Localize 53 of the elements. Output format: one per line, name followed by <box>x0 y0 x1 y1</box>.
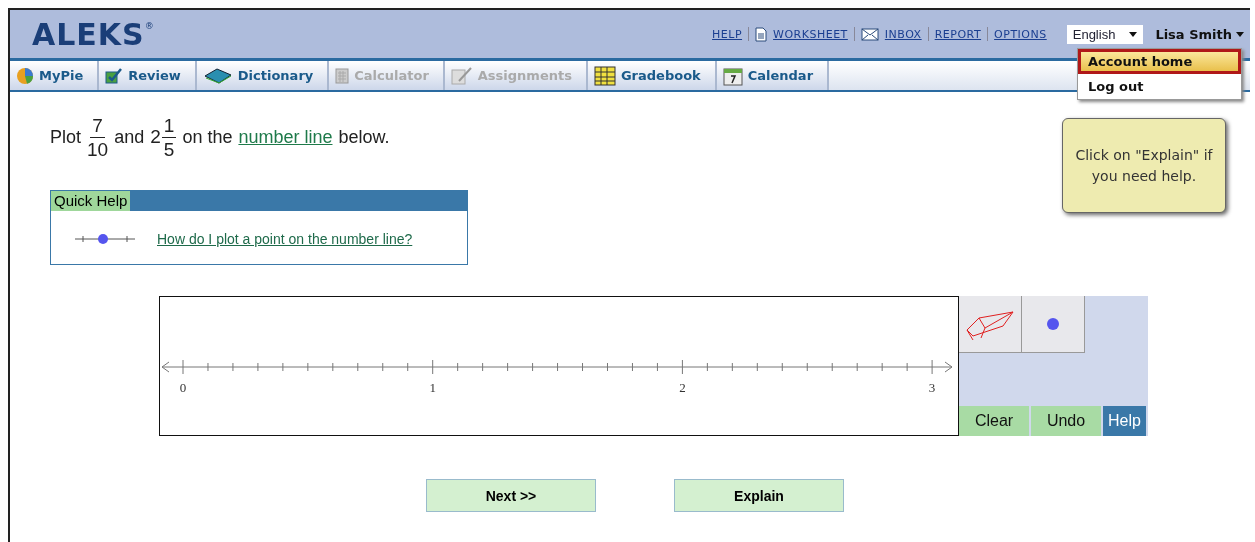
nav-tab[interactable]: Calendar <box>716 61 830 90</box>
nav-tab[interactable]: Gradebook <box>587 61 717 90</box>
checkbox-icon <box>105 67 124 84</box>
question-text: on the <box>182 126 233 148</box>
calculator-icon <box>335 67 350 84</box>
point-icon <box>1047 318 1059 330</box>
glossary-link[interactable]: number line <box>238 126 333 148</box>
menu-item[interactable]: Log out <box>1078 74 1241 99</box>
nav-tab[interactable]: Review <box>99 61 197 90</box>
help-link[interactable]: How do I plot a point on the number line? <box>157 231 413 247</box>
tick-label: 0 <box>179 380 187 395</box>
header-link[interactable]: INBOX <box>884 27 922 41</box>
tool-button[interactable]: Clear <box>959 406 1029 436</box>
registered-mark: ® <box>144 20 154 31</box>
panel-title: Quick Help <box>51 191 131 211</box>
denominator: 10 <box>87 137 109 159</box>
number-line-point-icon <box>75 233 135 245</box>
header-link[interactable]: OPTIONS <box>994 27 1047 41</box>
header-link[interactable]: HELP <box>712 27 743 41</box>
numerator: 1 <box>161 115 177 138</box>
question-text: below. <box>338 126 390 148</box>
eraser-icon <box>965 308 1015 340</box>
tool-button[interactable]: Help <box>1103 406 1146 436</box>
language-select[interactable]: English <box>1066 24 1144 44</box>
question-text: Plot <box>50 126 82 148</box>
tool-button[interactable]: Undo <box>1031 406 1101 436</box>
point-tool[interactable] <box>1022 296 1085 353</box>
hint-tooltip: Click on "Explain" if you need help. <box>1062 118 1226 213</box>
action-button[interactable]: Explain <box>674 479 844 512</box>
number-line-canvas[interactable]: 0 1 2 3 <box>159 296 959 436</box>
envelope-icon <box>860 27 879 41</box>
tick-label: 2 <box>679 380 686 395</box>
nav-tab[interactable]: MyPie <box>10 61 100 90</box>
nav-tab[interactable]: Dictionary <box>196 61 330 90</box>
logo: ALEKS <box>32 16 145 52</box>
book-icon <box>202 67 233 84</box>
denominator: 5 <box>163 137 175 159</box>
header-link[interactable]: REPORT <box>934 27 982 41</box>
document-icon <box>755 26 768 42</box>
tick-label: 3 <box>928 380 936 395</box>
gradebook-icon <box>593 65 616 86</box>
pencil-paper-icon <box>450 66 473 85</box>
question-text: and <box>114 126 145 148</box>
header-link[interactable]: WORKSHEET <box>773 27 848 41</box>
tick-label: 1 <box>429 380 436 395</box>
calendar-icon <box>722 65 743 86</box>
numerator: 7 <box>90 115 105 138</box>
user-menu-button[interactable]: Lisa Smith <box>1155 26 1244 42</box>
menu-item[interactable]: Account home <box>1078 49 1241 74</box>
action-button[interactable]: Next >> <box>426 479 596 512</box>
pie-chart-icon <box>16 66 34 85</box>
whole-number: 2 <box>150 126 161 148</box>
eraser-tool[interactable] <box>959 296 1022 353</box>
